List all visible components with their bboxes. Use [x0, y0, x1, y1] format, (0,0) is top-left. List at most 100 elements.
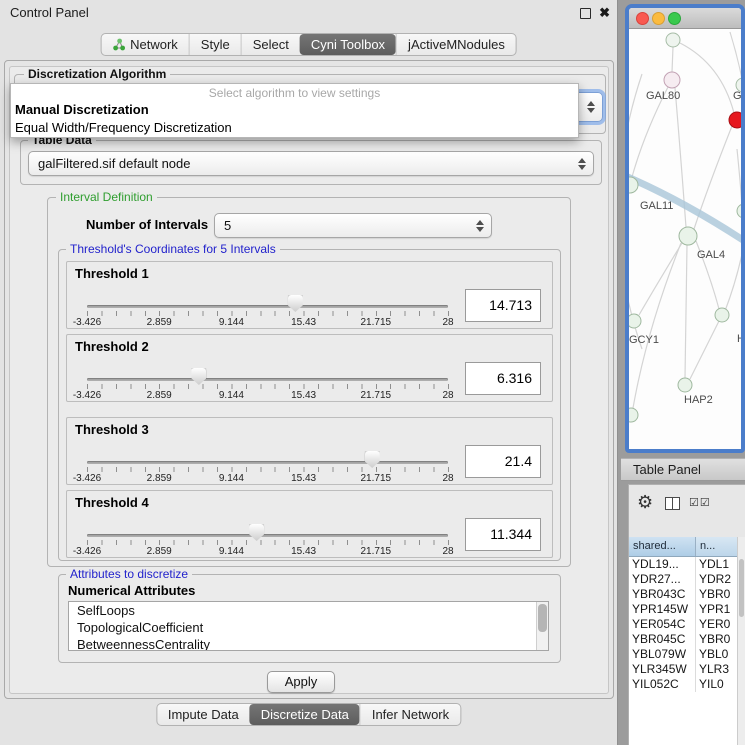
- cell-shared-name: YBR043C: [629, 587, 696, 602]
- threshold-2-value-field[interactable]: 6.316: [465, 362, 541, 395]
- tab-infer-network[interactable]: Infer Network: [360, 704, 460, 725]
- slider-ticks: [87, 467, 449, 472]
- node-label: GAL80: [646, 90, 680, 102]
- tab-impute-data[interactable]: Impute Data: [157, 704, 250, 725]
- table-panel-title: Table Panel: [633, 462, 701, 477]
- interval-definition-label: Interval Definition: [56, 190, 157, 204]
- node-hap2[interactable]: [678, 378, 692, 392]
- attribute-list-item[interactable]: TopologicalCoefficient: [69, 619, 548, 636]
- threshold-2-slider-track[interactable]: [87, 378, 448, 381]
- numerical-attributes-list[interactable]: SelfLoopsTopologicalCoefficientBetweenne…: [68, 601, 549, 651]
- tab-label: Style: [201, 37, 230, 52]
- minimize-traffic-light-icon[interactable]: [652, 12, 665, 25]
- network-node[interactable]: [737, 204, 741, 218]
- threshold-3-value-field[interactable]: 21.4: [465, 445, 541, 478]
- popup-item-manual-discretization[interactable]: Manual Discretization: [11, 101, 578, 119]
- threshold-4-label: Threshold 4: [75, 495, 149, 510]
- close-traffic-light-icon[interactable]: [636, 12, 649, 25]
- cell-name: YBR0: [696, 587, 730, 602]
- node-h[interactable]: [715, 308, 729, 322]
- scale-tick-label: 15.43: [291, 546, 316, 557]
- network-window-titlebar[interactable]: [629, 8, 741, 29]
- thresholds-group-label: Threshold's Coordinates for 5 Intervals: [66, 242, 280, 256]
- network-graph: GAL80GAGAL11GAL4GCY1HHAP2: [629, 29, 741, 453]
- float-window-icon[interactable]: [580, 8, 591, 19]
- table-row[interactable]: YBR043CYBR0: [629, 587, 745, 602]
- scale-tick-label: 28: [442, 390, 453, 401]
- number-of-intervals-value: 5: [224, 214, 469, 237]
- scale-tick-label: 9.144: [219, 317, 244, 328]
- network-view-window: GAL80GAGAL11GAL4GCY1HHAP2: [625, 4, 745, 453]
- attributes-group-label: Attributes to discretize: [66, 567, 192, 581]
- network-canvas[interactable]: GAL80GAGAL11GAL4GCY1HHAP2: [629, 29, 741, 449]
- table-scrollbar[interactable]: [737, 537, 745, 745]
- popup-item-equal-width-frequency[interactable]: Equal Width/Frequency Discretization: [11, 119, 578, 137]
- cell-shared-name: YLR345W: [629, 662, 696, 677]
- scrollbar-thumb[interactable]: [739, 559, 744, 617]
- table-row[interactable]: YDL19...YDL1: [629, 557, 745, 572]
- scrollbar-thumb[interactable]: [538, 604, 547, 632]
- network-edge: [685, 245, 687, 378]
- threshold-4-value-field[interactable]: 11.344: [465, 518, 541, 551]
- top-tab-strip: Network Style Select Cyni Toolbox jActiveMNo…: [100, 33, 517, 56]
- tab-jactivemnodules[interactable]: jActiveMNodules: [396, 34, 516, 55]
- table-row[interactable]: YDR27...YDR2: [629, 572, 745, 587]
- threshold-3-slider-thumb[interactable]: [365, 451, 380, 468]
- threshold-1-label: Threshold 1: [75, 266, 149, 281]
- table-row[interactable]: YBL079WYBL0: [629, 647, 745, 662]
- tab-discretize-data[interactable]: Discretize Data: [250, 704, 360, 725]
- node-gal4[interactable]: [679, 227, 697, 245]
- tab-select[interactable]: Select: [241, 34, 300, 55]
- attribute-list-item[interactable]: SelfLoops: [69, 602, 548, 619]
- list-scrollbar[interactable]: [536, 602, 548, 650]
- threshold-4-slider-track[interactable]: [87, 534, 448, 537]
- cell-shared-name: YBR045C: [629, 632, 696, 647]
- apply-button[interactable]: Apply: [267, 671, 335, 693]
- attribute-list-item[interactable]: BetweennessCentrality: [69, 636, 548, 651]
- table-row[interactable]: YER054CYER0: [629, 617, 745, 632]
- network-node[interactable]: [629, 408, 638, 422]
- close-icon[interactable]: ✖: [599, 5, 610, 21]
- threshold-1-slider-thumb[interactable]: [288, 295, 303, 312]
- table-toolbar: ⚙ ☑☑: [629, 485, 745, 525]
- node-label: GCY1: [629, 334, 659, 346]
- screen: Control Panel ✖ NetworkStyleSelectCyni T…: [0, 0, 745, 745]
- tab-label: Select: [253, 37, 289, 52]
- zoom-traffic-light-icon[interactable]: [668, 12, 681, 25]
- tab-cyni-toolbox[interactable]: Cyni Toolbox: [300, 34, 396, 55]
- cell-name: YDL1: [696, 557, 729, 572]
- network-edge: [690, 321, 719, 379]
- table-panel-titlebar[interactable]: Table Panel: [621, 458, 745, 481]
- network-node[interactable]: [666, 33, 680, 47]
- cell-name: YDR2: [696, 572, 731, 587]
- threshold-4-slider-thumb[interactable]: [249, 524, 264, 541]
- cell-shared-name: YDR27...: [629, 572, 696, 587]
- table-data-combobox[interactable]: galFiltered.sif default node: [28, 151, 594, 176]
- scale-tick-label: -3.426: [73, 546, 101, 557]
- tab-network[interactable]: Network: [101, 34, 189, 55]
- number-of-intervals-combobox[interactable]: 5: [214, 213, 492, 238]
- scale-tick-label: 15.43: [291, 473, 316, 484]
- cell-name: YBL0: [696, 647, 728, 662]
- cell-name: YBR0: [696, 632, 730, 647]
- gear-icon[interactable]: ⚙: [637, 492, 653, 513]
- scale-tick-label: 9.144: [219, 390, 244, 401]
- network-node[interactable]: [729, 112, 741, 128]
- checkbox-filter-icon[interactable]: ☑☑: [689, 496, 711, 509]
- column-header-shared-name[interactable]: shared...: [629, 537, 696, 556]
- tab-style[interactable]: Style: [189, 34, 241, 55]
- column-selector-icon[interactable]: [665, 497, 680, 510]
- node-gcy1[interactable]: [629, 314, 641, 328]
- cell-name: YER0: [696, 617, 730, 632]
- table-row[interactable]: YPR145WYPR1: [629, 602, 745, 617]
- table-row[interactable]: YBR045CYBR0: [629, 632, 745, 647]
- table-row[interactable]: YLR345WYLR3: [629, 662, 745, 677]
- tab-label: jActiveMNodules: [408, 37, 505, 52]
- table-row[interactable]: YIL052CYIL0: [629, 677, 745, 692]
- threshold-2-slider-thumb[interactable]: [191, 368, 206, 385]
- threshold-1-slider-track[interactable]: [87, 305, 448, 308]
- network-edge: [680, 43, 734, 113]
- node-gal80[interactable]: [664, 72, 680, 88]
- threshold-3-slider-track[interactable]: [87, 461, 448, 464]
- threshold-1-value-field[interactable]: 14.713: [465, 289, 541, 322]
